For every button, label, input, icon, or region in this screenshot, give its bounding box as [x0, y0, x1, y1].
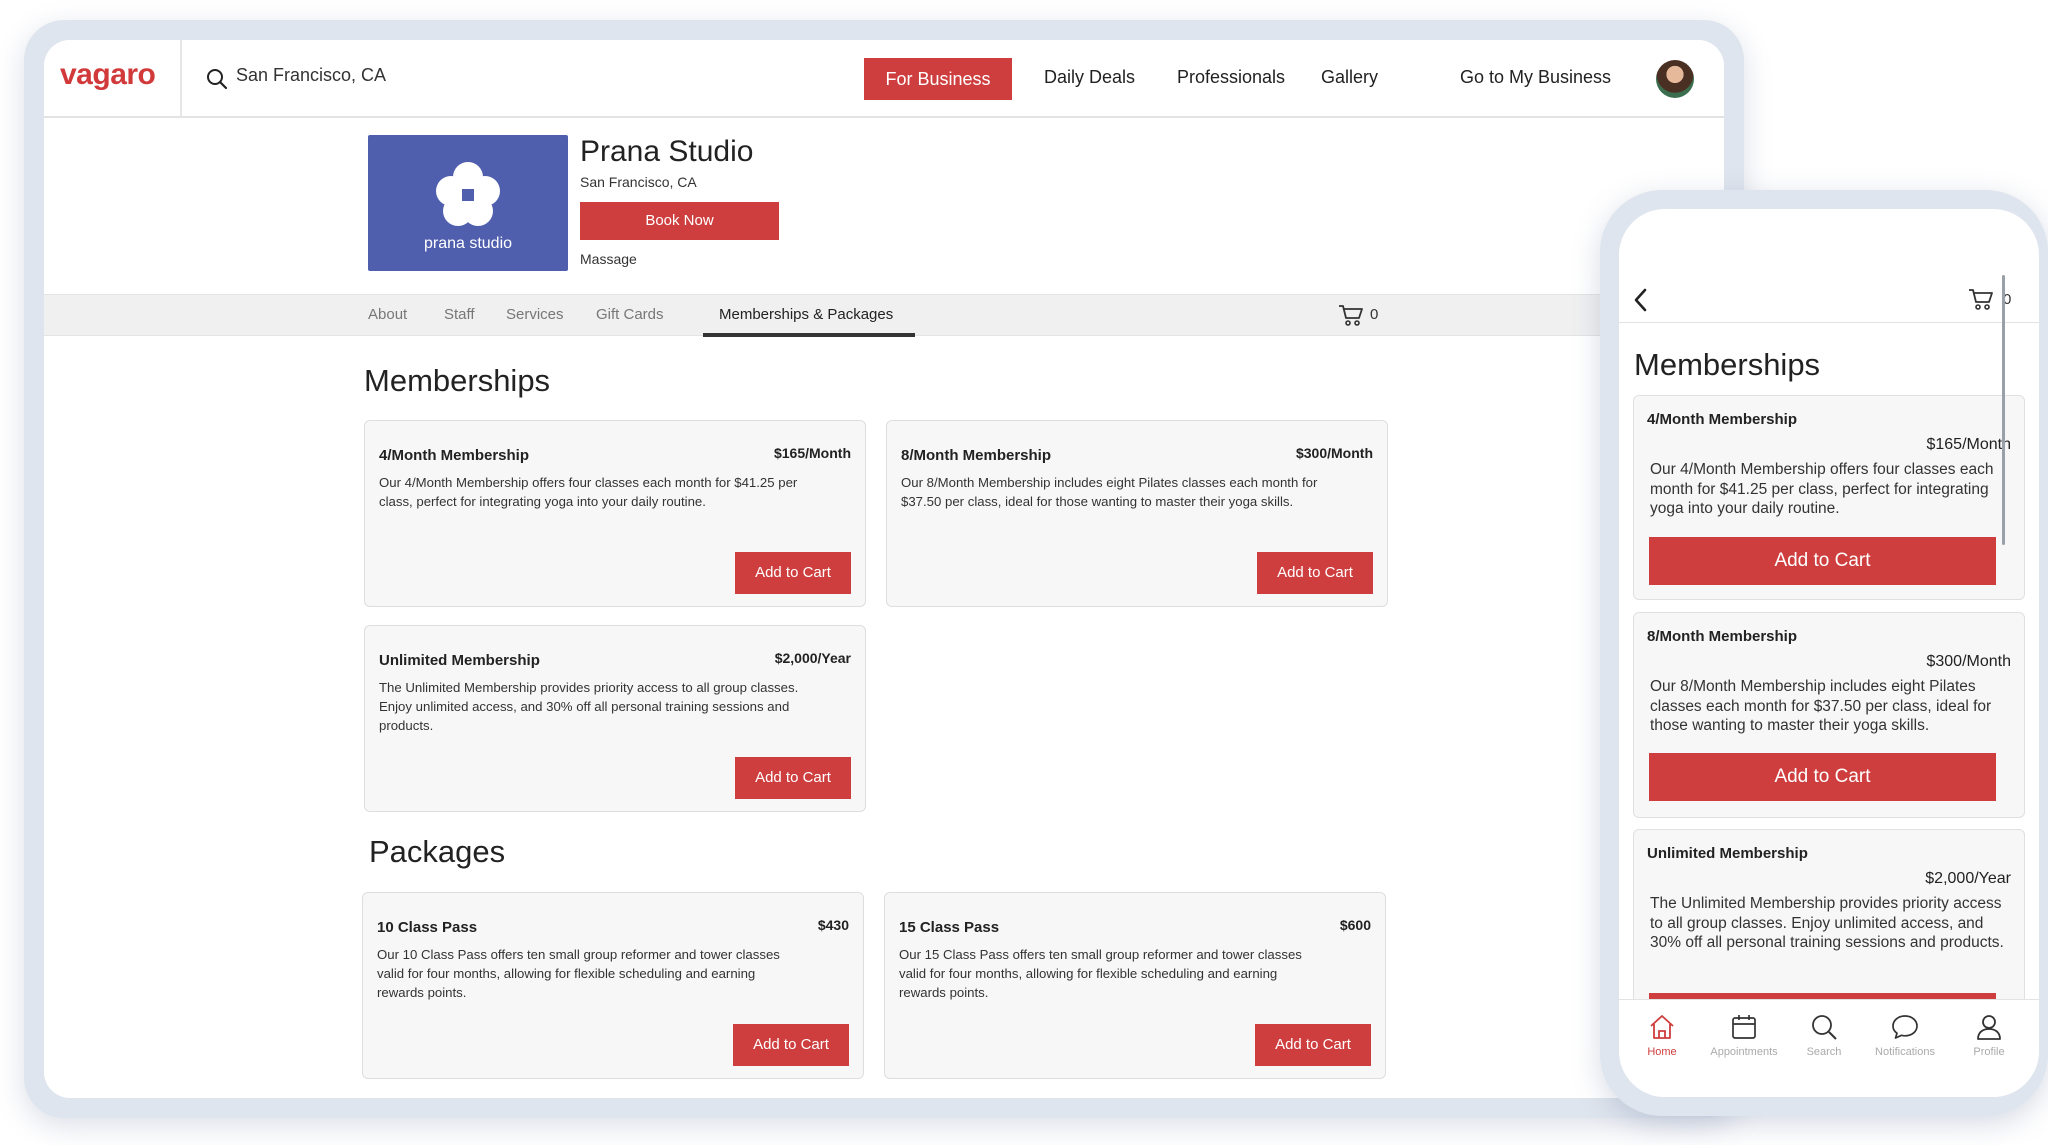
membership-card: Unlimited Membership $2,000/Year The Unl…	[364, 625, 866, 812]
card-price: $300/Month	[1295, 445, 1373, 461]
card-description: Our 4/Month Membership offers four class…	[1650, 461, 1994, 517]
tab-profile[interactable]: Profile	[1949, 1000, 2029, 1058]
location-search-input[interactable]: San Francisco, CA	[236, 65, 386, 86]
add-to-cart-button[interactable]: Add to Cart	[1649, 753, 1996, 801]
card-title: Unlimited Membership	[379, 652, 540, 669]
business-tab-bar: About Staff Services Gift Cards Membersh…	[44, 294, 1724, 337]
package-card: 15 Class Pass $600 Our 15 Class Pass off…	[884, 892, 1386, 1079]
business-logo: prana studio	[368, 135, 568, 271]
add-to-cart-button[interactable]: Add to Cart	[1649, 537, 1996, 585]
phone-scrollbar[interactable]	[2002, 275, 2005, 545]
nav-go-to-my-business[interactable]: Go to My Business	[1460, 67, 1611, 88]
membership-card: 4/Month Membership $165/Month Our 4/Mont…	[1633, 395, 2025, 600]
membership-card: 8/Month Membership $300/Month Our 8/Mont…	[886, 420, 1388, 607]
card-description: Our 10 Class Pass offers ten small group…	[377, 947, 780, 1000]
add-to-cart-button[interactable]: Add to Cart	[735, 552, 851, 594]
card-title: 8/Month Membership	[901, 447, 1052, 464]
phone-screen: 0 Memberships 4/Month Membership $165/Mo…	[1619, 209, 2039, 1097]
top-navigation: vagaro San Francisco, CA For Business Da…	[44, 40, 1724, 118]
active-tab-indicator	[703, 333, 915, 337]
business-category: Massage	[580, 251, 637, 267]
cart-icon[interactable]	[1967, 287, 1995, 311]
business-logo-text: prana studio	[423, 235, 513, 252]
card-description: Our 8/Month Membership includes eight Pi…	[1650, 678, 1992, 734]
memberships-heading: Memberships	[1634, 347, 1821, 382]
home-icon	[1650, 1015, 1674, 1039]
tab-label: Notifications	[1875, 1046, 1935, 1058]
book-now-button[interactable]: Book Now	[580, 202, 779, 240]
for-business-button[interactable]: For Business	[864, 58, 1012, 100]
card-price: $430	[817, 917, 849, 933]
nav-divider	[180, 40, 182, 118]
tab-home[interactable]: Home	[1622, 1000, 1702, 1058]
tab-about[interactable]: About	[368, 306, 407, 323]
memberships-heading: Memberships	[364, 363, 551, 398]
card-description: Our 8/Month Membership includes eight Pi…	[901, 475, 1318, 509]
add-to-cart-button[interactable]: Add to Cart	[735, 757, 851, 799]
add-to-cart-button[interactable]: Add to Cart	[733, 1024, 849, 1066]
desktop-device-frame: vagaro San Francisco, CA For Business Da…	[24, 20, 1744, 1118]
search-icon	[1812, 1015, 1837, 1040]
card-price: $165/Month	[1926, 436, 2011, 453]
card-price: $2,000/Year	[1925, 870, 2011, 887]
packages-heading: Packages	[369, 834, 506, 869]
tab-label: Appointments	[1710, 1046, 1778, 1058]
phone-device-frame: 0 Memberships 4/Month Membership $165/Mo…	[1600, 190, 2048, 1116]
membership-card: 4/Month Membership $165/Month Our 4/Mont…	[364, 420, 866, 607]
person-icon	[1977, 1015, 2001, 1040]
flower-logo-icon	[436, 162, 500, 226]
cart-count: 0	[1370, 306, 1379, 323]
tab-label: Search	[1806, 1046, 1842, 1058]
business-name: Prana Studio	[580, 135, 754, 168]
user-avatar[interactable]	[1656, 60, 1694, 98]
card-title: 4/Month Membership	[379, 447, 530, 464]
tab-label: Home	[1647, 1046, 1677, 1058]
card-description: The Unlimited Membership provides priori…	[1650, 895, 2004, 951]
cart-icon[interactable]	[1338, 303, 1364, 327]
tab-search[interactable]: Search	[1784, 1000, 1864, 1058]
nav-professionals[interactable]: Professionals	[1177, 67, 1285, 88]
nav-daily-deals[interactable]: Daily Deals	[1044, 67, 1135, 88]
chat-bubble-icon	[1892, 1015, 1918, 1039]
card-price: $165/Month	[773, 445, 851, 461]
card-description: Our 15 Class Pass offers ten small group…	[899, 947, 1302, 1000]
bottom-tab-bar: Home Appointments Search Notifications P…	[1619, 999, 2039, 1097]
tab-memberships-packages[interactable]: Memberships & Packages	[719, 306, 893, 323]
desktop-screen: vagaro San Francisco, CA For Business Da…	[44, 40, 1724, 1098]
tab-gift-cards[interactable]: Gift Cards	[596, 306, 664, 323]
tab-label: Profile	[1973, 1046, 2005, 1058]
add-to-cart-button[interactable]: Add to Cart	[1257, 552, 1373, 594]
card-description: The Unlimited Membership provides priori…	[379, 680, 799, 733]
vagaro-logo[interactable]: vagaro	[60, 58, 156, 92]
card-price: $2,000/Year	[774, 650, 851, 666]
phone-header: 0	[1619, 209, 2039, 323]
card-price: $300/Month	[1926, 653, 2011, 670]
tab-staff[interactable]: Staff	[444, 306, 475, 323]
search-icon[interactable]	[204, 66, 230, 92]
tab-appointments[interactable]: Appointments	[1704, 1000, 1784, 1058]
back-arrow-icon[interactable]	[1632, 287, 1650, 313]
card-title: 15 Class Pass	[899, 919, 1000, 936]
membership-card: 8/Month Membership $300/Month Our 8/Mont…	[1633, 612, 2025, 818]
calendar-icon	[1732, 1015, 1756, 1039]
tab-services[interactable]: Services	[506, 306, 564, 323]
tab-notifications[interactable]: Notifications	[1865, 1000, 1945, 1058]
card-description: Our 4/Month Membership offers four class…	[379, 475, 798, 509]
card-title: Unlimited Membership	[1647, 845, 1808, 862]
business-location: San Francisco, CA	[580, 174, 697, 190]
stage: vagaro San Francisco, CA For Business Da…	[0, 0, 2048, 1145]
nav-gallery[interactable]: Gallery	[1321, 67, 1378, 88]
card-title: 10 Class Pass	[377, 919, 478, 936]
package-card: 10 Class Pass $430 Our 10 Class Pass off…	[362, 892, 864, 1079]
card-price: $600	[1339, 917, 1371, 933]
card-title: 4/Month Membership	[1647, 411, 1798, 428]
add-to-cart-button[interactable]: Add to Cart	[1255, 1024, 1371, 1066]
card-title: 8/Month Membership	[1647, 628, 1798, 645]
